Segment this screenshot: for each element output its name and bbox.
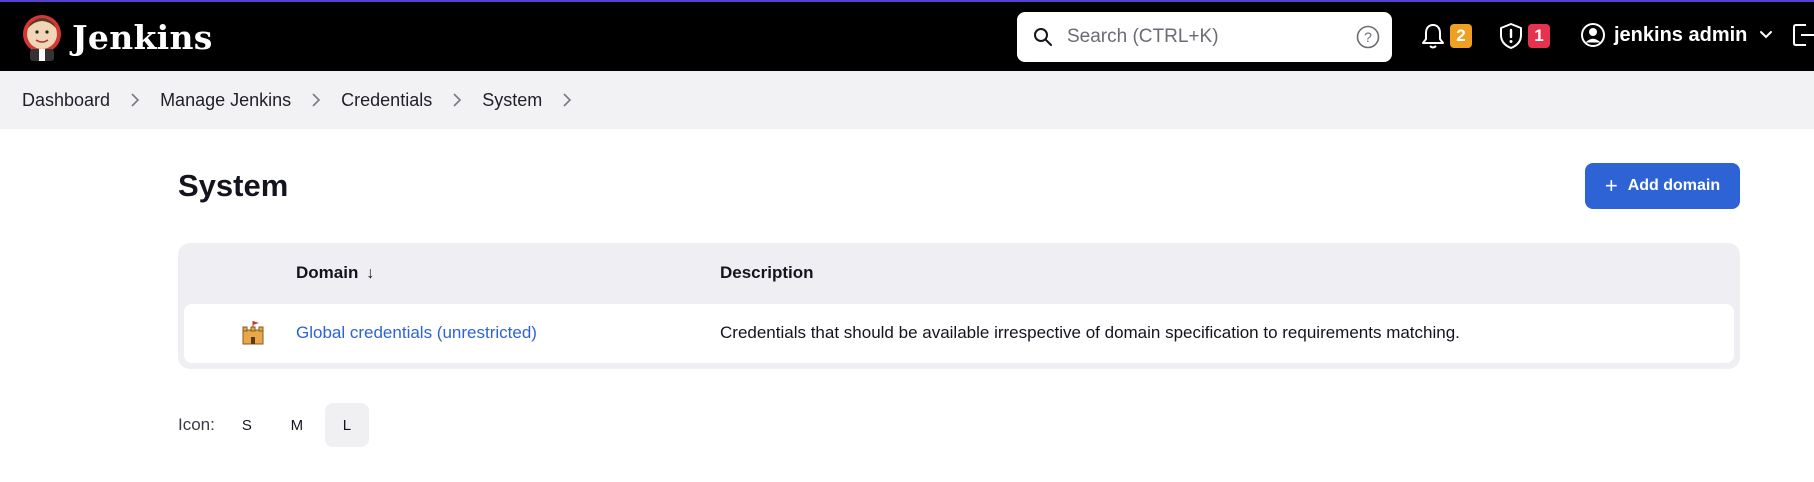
icon-size-l-button[interactable]: L [324, 403, 369, 447]
user-circle-icon [1581, 23, 1605, 47]
add-domain-button[interactable]: + Add domain [1585, 163, 1740, 209]
domain-link[interactable]: Global credentials (unrestricted) [296, 323, 537, 343]
breadcrumb-manage-jenkins[interactable]: Manage Jenkins [160, 90, 291, 111]
security-badge: 1 [1528, 24, 1550, 48]
plus-icon: + [1604, 173, 1618, 198]
help-icon[interactable]: ? [1356, 25, 1380, 49]
svg-text:?: ? [1364, 29, 1372, 45]
jenkins-logo-icon [23, 15, 61, 61]
breadcrumb-credentials[interactable]: Credentials [341, 90, 432, 111]
notifications-badge: 2 [1450, 24, 1472, 48]
notifications-button[interactable]: 2 [1420, 22, 1472, 50]
chevron-right-icon [131, 93, 140, 107]
user-name: jenkins admin [1614, 23, 1748, 46]
user-menu[interactable]: jenkins admin [1580, 22, 1773, 48]
breadcrumb: Dashboard Manage Jenkins Credentials Sys… [0, 71, 1814, 129]
sort-arrow-icon: ↓ [366, 265, 375, 282]
icon-size-m-button[interactable]: M [275, 403, 319, 447]
bell-icon [1422, 24, 1444, 49]
chevron-right-icon[interactable] [562, 93, 572, 107]
icon-size-selector: Icon: S M L [178, 403, 375, 447]
domains-table: Domain ↓ Description Global credentials (… [178, 243, 1740, 369]
jenkins-home-link[interactable]: Jenkins [20, 12, 213, 62]
breadcrumb-dashboard[interactable]: Dashboard [22, 90, 110, 111]
icon-size-label: Icon: [178, 415, 215, 434]
table-row: Global credentials (unrestricted) Creden… [184, 304, 1734, 363]
logout-icon [1793, 24, 1814, 46]
search-icon [1034, 28, 1052, 46]
icon-size-s-button[interactable]: S [225, 403, 269, 447]
top-header: Jenkins ? 2 1 jenkins [0, 0, 1814, 71]
domain-description: Credentials that should be available irr… [720, 323, 1460, 342]
search-box[interactable]: ? [1017, 12, 1392, 62]
logout-button[interactable] [1792, 22, 1814, 48]
shield-alert-icon [1500, 23, 1522, 49]
column-header-description: Description [720, 263, 814, 282]
chevron-right-icon [453, 93, 462, 107]
chevron-right-icon [312, 93, 321, 107]
domain-castle-icon [242, 321, 264, 345]
search-input[interactable] [1067, 20, 1327, 54]
page-title: System [178, 168, 289, 203]
breadcrumb-system[interactable]: System [482, 90, 542, 111]
column-header-domain[interactable]: Domain ↓ [296, 263, 374, 283]
security-alerts-button[interactable]: 1 [1498, 22, 1550, 50]
add-domain-label: Add domain [1627, 177, 1721, 194]
app-name: Jenkins [72, 17, 213, 57]
chevron-down-icon[interactable] [1759, 30, 1773, 40]
